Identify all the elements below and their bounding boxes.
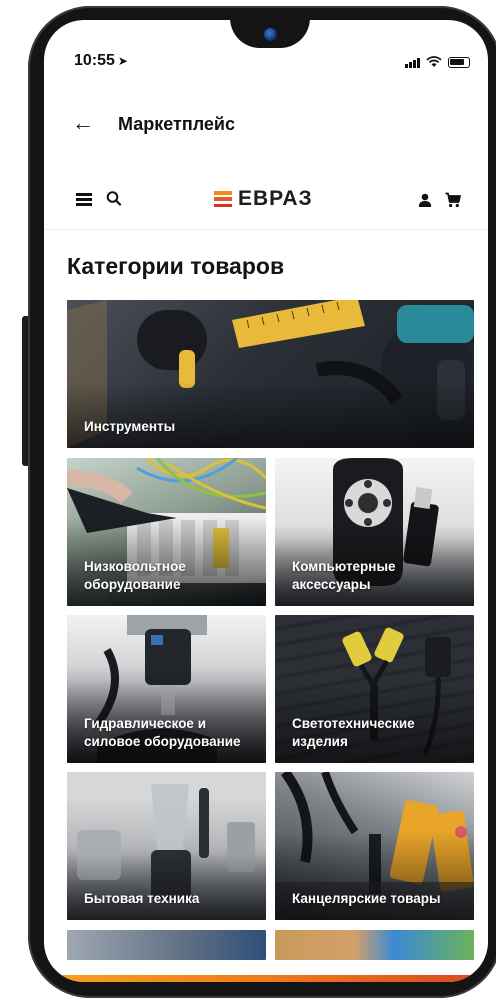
location-arrow-icon: ➤: [117, 54, 128, 68]
brand-logo[interactable]: ЕВРАЗ: [214, 187, 313, 211]
category-label-tools: Инструменты: [84, 419, 176, 434]
status-icons: [405, 56, 470, 68]
search-icon[interactable]: [106, 190, 122, 208]
app-header: ← Маркетплейс: [44, 110, 488, 140]
category-tile-partial-right[interactable]: [275, 930, 474, 960]
category-label-appliances: Бытовая техника: [84, 891, 200, 906]
category-tile-computer[interactable]: Компьютерные аксессуары: [275, 458, 474, 606]
category-tile-hydraulic[interactable]: Гидравлическое и силовое оборудование: [67, 615, 266, 763]
status-bar: 10:55 ➤: [44, 52, 488, 76]
category-label-low-voltage: Низковольтное оборудование: [84, 559, 186, 592]
nav-bar: ЕВРАЗ: [44, 172, 488, 230]
category-tile-tools[interactable]: Инструменты: [67, 300, 474, 448]
status-time: 10:55 ➤: [74, 52, 128, 70]
app-screen: 10:55 ➤ ← Маркетплейс ЕВРАЗ Категории то…: [44, 20, 488, 982]
logo-text: ЕВРАЗ: [238, 187, 313, 210]
category-label-stationery: Канцелярские товары: [292, 891, 441, 906]
user-icon[interactable]: [418, 193, 432, 207]
front-camera: [264, 28, 277, 41]
wifi-icon: [426, 56, 442, 67]
category-label-hydraulic: Гидравлическое и силовое оборудование: [84, 716, 241, 749]
page-title: Маркетплейс: [118, 114, 235, 134]
cart-icon[interactable]: [445, 192, 461, 208]
category-tile-low-voltage[interactable]: Низковольтное оборудование: [67, 458, 266, 606]
category-label-computer: Компьютерные аксессуары: [292, 559, 396, 592]
bottom-brand-stripe: [44, 975, 488, 982]
category-tile-stationery[interactable]: Канцелярские товары: [275, 772, 474, 920]
category-tile-appliances[interactable]: Бытовая техника: [67, 772, 266, 920]
category-label-lighting: Светотехнические изделия: [292, 716, 415, 749]
status-time-text: 10:55: [74, 52, 115, 69]
arrow-left-icon[interactable]: ←: [72, 112, 94, 134]
battery-icon: [448, 56, 470, 68]
hamburger-menu-icon[interactable]: [76, 193, 92, 206]
section-title: Категории товаров: [67, 253, 285, 279]
category-tile-lighting[interactable]: Светотехнические изделия: [275, 615, 474, 763]
category-tile-partial-left[interactable]: [67, 930, 266, 960]
logo-bars-icon: [214, 191, 232, 207]
signal-icon: [405, 56, 420, 68]
